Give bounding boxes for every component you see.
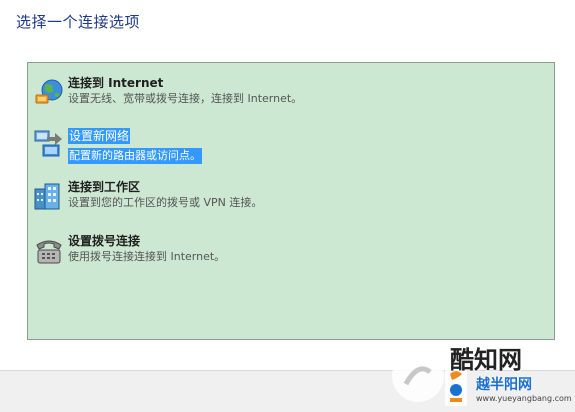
globe-network-icon (33, 77, 65, 109)
option-title: 连接到工作区 (68, 180, 141, 194)
option-connect-workplace[interactable]: 连接到工作区 设置到您的工作区的拨号或 VPN 连接。 (33, 179, 262, 219)
option-connect-internet[interactable]: 连接到 Internet 设置无线、宽带或拨号连接，连接到 Internet。 (33, 75, 302, 115)
connection-options-list[interactable]: 连接到 Internet 设置无线、宽带或拨号连接，连接到 Internet。 … (27, 62, 555, 340)
option-setup-dialup[interactable]: 设置拨号连接 使用拨号连接连接到 Internet。 (33, 233, 225, 273)
telephone-modem-icon (33, 235, 65, 267)
dialog-footer (0, 370, 575, 412)
option-title: 设置新网络 (68, 128, 131, 144)
option-description: 设置到您的工作区的拨号或 VPN 连接。 (68, 196, 263, 209)
page-title: 选择一个连接选项 (16, 13, 141, 31)
option-description: 使用拨号连接连接到 Internet。 (68, 250, 226, 263)
network-computers-icon (33, 127, 65, 159)
workplace-building-icon (33, 181, 65, 213)
option-title: 连接到 Internet (68, 76, 164, 90)
option-description: 配置新的路由器或访问点。 (68, 148, 202, 164)
option-title: 设置拨号连接 (68, 234, 141, 248)
option-description: 设置无线、宽带或拨号连接，连接到 Internet。 (68, 92, 303, 105)
option-setup-new-network[interactable]: 设置新网络 配置新的路由器或访问点。 (33, 125, 202, 165)
